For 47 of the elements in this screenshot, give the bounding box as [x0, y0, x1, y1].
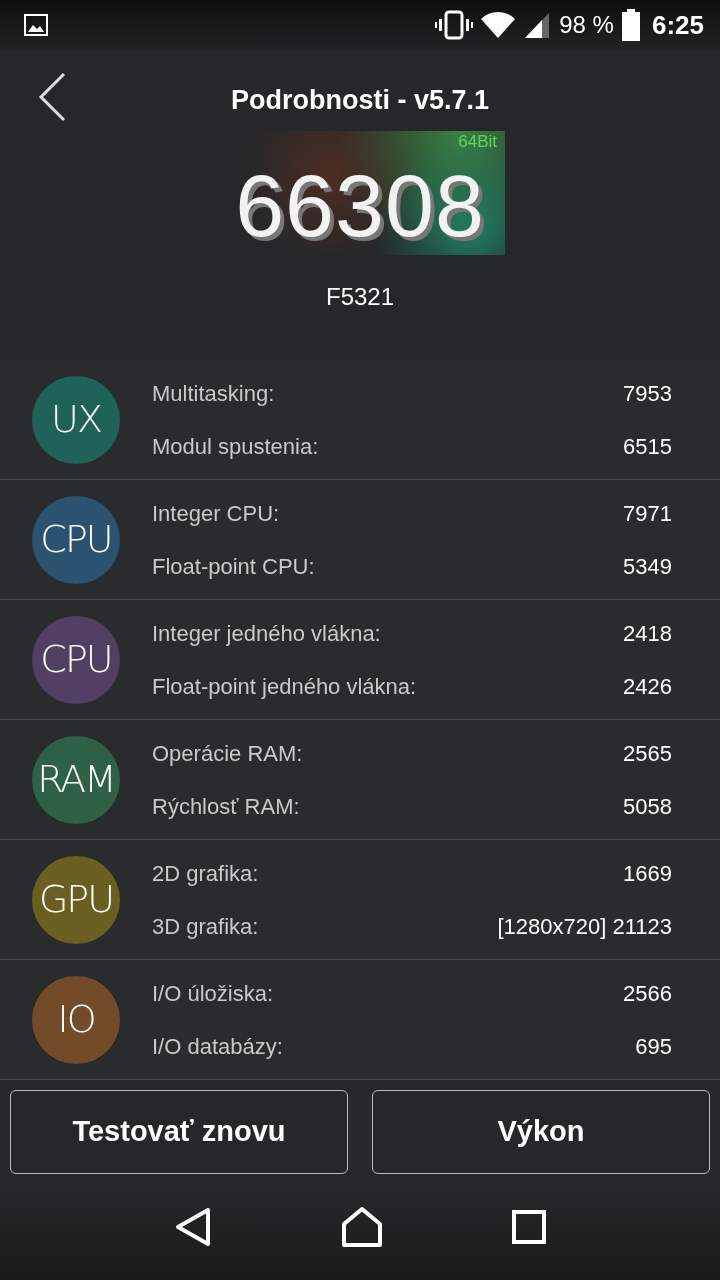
- test-score: 7953: [623, 379, 672, 408]
- test-name: Integer CPU:: [152, 499, 280, 528]
- test-score: 5349: [623, 552, 672, 581]
- battery-icon: [621, 9, 640, 41]
- image-icon: [24, 14, 48, 36]
- back-icon[interactable]: [174, 1207, 213, 1247]
- retest-button[interactable]: Testovať znovu: [10, 1090, 348, 1174]
- test-name: Multitasking:: [152, 379, 275, 408]
- test-name: 2D grafika:: [152, 859, 259, 888]
- test-name: Rýchlosť RAM:: [152, 792, 300, 821]
- test-name: Modul spustenia:: [152, 432, 319, 461]
- test-score: 2566: [623, 979, 672, 1008]
- performance-button[interactable]: Výkon: [372, 1090, 710, 1174]
- test-score: 1669: [623, 859, 672, 888]
- test-name: Operácie RAM:: [152, 739, 303, 768]
- test-score: 2418: [623, 619, 672, 648]
- category-badge: RAM: [32, 735, 120, 824]
- page-title: Podrobnosti - v5.7.1: [230, 84, 489, 117]
- test-name: Float-point jedného vlákna:: [152, 672, 417, 701]
- test-name: I/O databázy:: [152, 1032, 283, 1061]
- category-badge: CPU: [32, 495, 120, 584]
- home-icon[interactable]: [341, 1206, 383, 1248]
- device-name: F5321: [325, 281, 395, 312]
- battery-percent: 98 %: [559, 10, 614, 40]
- wifi-icon: [481, 11, 516, 39]
- category-badge: GPU: [32, 855, 120, 944]
- category-badge: IO: [32, 975, 120, 1064]
- test-score: 7971: [623, 499, 672, 528]
- test-score: 2426: [623, 672, 672, 701]
- test-name: I/O úložiska:: [152, 979, 274, 1008]
- category-badge: UX: [32, 375, 120, 464]
- bit-label: 64Bit: [458, 132, 497, 150]
- test-score: [1280x720] 21123: [497, 912, 672, 941]
- back-button[interactable]: [38, 72, 66, 122]
- test-score: 2565: [623, 739, 672, 768]
- category-badge: CPU: [32, 615, 120, 704]
- clock: 6:25: [651, 8, 704, 42]
- signal-icon: [523, 11, 552, 39]
- test-score: 5058: [623, 792, 672, 821]
- test-score: 6515: [623, 432, 672, 461]
- recents-icon[interactable]: [511, 1210, 546, 1244]
- vibrate-icon: [435, 10, 474, 40]
- total-score: 66308: [235, 161, 485, 250]
- test-name: Integer jedného vlákna:: [152, 619, 381, 648]
- test-name: 3D grafika:: [152, 912, 259, 941]
- test-name: Float-point CPU:: [152, 552, 315, 581]
- test-score: 695: [635, 1032, 672, 1061]
